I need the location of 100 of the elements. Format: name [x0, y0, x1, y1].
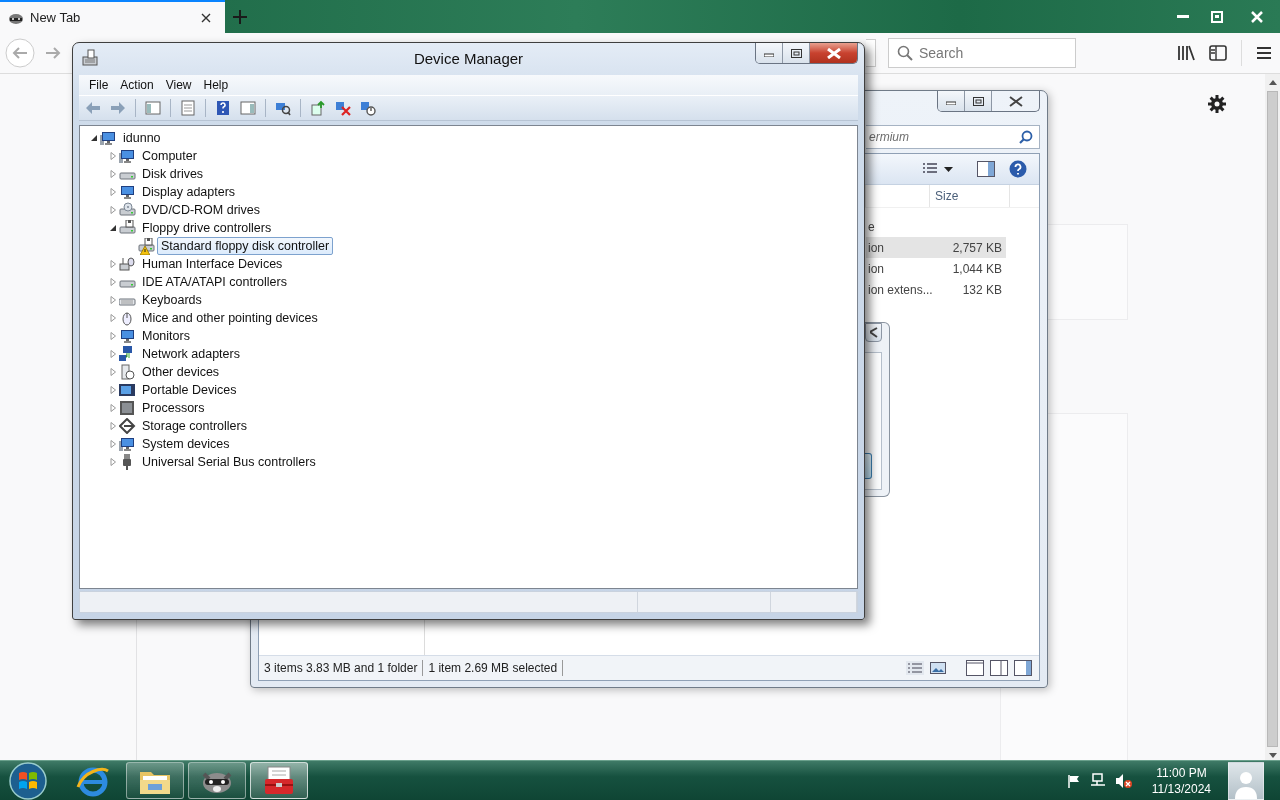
document-icon — [180, 100, 196, 116]
tree-item[interactable]: DVD/CD-ROM drives — [138, 201, 265, 219]
search-field[interactable]: ermium — [866, 125, 1040, 149]
file-row[interactable]: ion 2,757 KB — [866, 237, 1006, 258]
maximize-button[interactable] — [965, 91, 992, 111]
window-title: Device Manager — [413, 50, 524, 67]
disable-button[interactable] — [358, 99, 378, 117]
floppy-drive-icon — [119, 220, 136, 236]
pane-icon — [1014, 660, 1032, 676]
network-icon[interactable] — [1089, 772, 1106, 789]
view-options-button[interactable] — [922, 162, 953, 176]
scroll-down-icon[interactable] — [1268, 753, 1277, 758]
file-row[interactable]: ion 1,044 KB — [866, 258, 1006, 279]
uninstall-icon — [335, 100, 351, 116]
close-icon — [869, 327, 878, 338]
maximize-button[interactable] — [783, 43, 810, 63]
library-icon[interactable] — [1177, 45, 1195, 61]
tiles-view-button[interactable] — [929, 661, 947, 675]
input-device-icon — [119, 256, 136, 272]
clock-time[interactable]: 11:00 PM — [1156, 764, 1207, 781]
column-header[interactable]: Size — [930, 185, 1010, 207]
close-icon — [1251, 10, 1263, 23]
maximize-icon — [972, 96, 984, 106]
tree-item[interactable]: Disk drives — [138, 165, 208, 183]
pane-icon — [966, 660, 984, 676]
tree-item[interactable]: Network adapters — [138, 345, 244, 363]
clock-date[interactable]: 11/13/2024 — [1151, 780, 1211, 797]
scroll-up-icon[interactable] — [1268, 80, 1277, 85]
search-field[interactable]: Search — [888, 38, 1076, 68]
dialog-button[interactable] — [865, 453, 872, 479]
tiles-view-icon — [930, 662, 946, 674]
address-field[interactable] — [866, 39, 876, 67]
help-icon — [1009, 160, 1027, 178]
tree-item[interactable]: Computer — [138, 147, 201, 165]
speaker-icon[interactable] — [1114, 772, 1133, 789]
size-cell-text: 2,757 KB — [951, 240, 1003, 255]
storage-icon — [119, 418, 136, 434]
menu-item[interactable]: View — [159, 78, 198, 92]
taskbar-button[interactable] — [126, 762, 184, 799]
close-button[interactable] — [865, 323, 882, 342]
menu-item[interactable]: Help — [197, 78, 235, 92]
tree-item[interactable]: Display adapters — [138, 183, 240, 201]
tree-item[interactable]: Human Interface Devices — [138, 255, 287, 273]
sidebar-icon[interactable] — [1209, 45, 1227, 61]
type-cell-text: ion — [867, 261, 885, 276]
close-button[interactable] — [810, 43, 857, 63]
tree-item[interactable]: Other devices — [138, 363, 224, 381]
help-button[interactable] — [1009, 160, 1027, 178]
type-cell-text: e — [867, 219, 876, 234]
size-cell-text: 132 KB — [961, 282, 1003, 297]
tree-item[interactable]: idunno — [119, 129, 165, 147]
taskbar-button[interactable] — [250, 762, 308, 799]
tree-item[interactable]: Keyboards — [138, 291, 206, 309]
search-icon — [897, 45, 913, 61]
details-view-icon — [906, 661, 924, 675]
tree-item[interactable]: System devices — [138, 435, 234, 453]
tree-item[interactable]: Universal Serial Bus controllers — [138, 453, 320, 471]
menu-icon[interactable] — [1256, 46, 1272, 60]
taskbar-button[interactable] — [188, 762, 246, 799]
optical-drive-icon — [119, 202, 136, 218]
tree-item[interactable]: Processors — [138, 399, 209, 417]
warning-icon — [140, 246, 150, 255]
collapse-arrow-icon[interactable] — [108, 224, 117, 232]
pane-icon — [977, 161, 995, 177]
tree-item[interactable]: Monitors — [138, 327, 194, 345]
layout-button[interactable] — [989, 659, 1009, 677]
browser-tab[interactable]: New Tab — [0, 0, 225, 33]
update-icon — [310, 100, 326, 116]
uninstall-button[interactable] — [333, 99, 353, 117]
monitor-icon — [119, 184, 136, 200]
menu-item[interactable]: Action — [114, 78, 160, 92]
file-row[interactable]: e — [866, 216, 1006, 237]
type-cell-text: ion extens... — [867, 282, 934, 297]
computer-icon — [100, 130, 117, 146]
disable-icon — [360, 100, 376, 116]
menu-item[interactable]: File — [83, 78, 115, 92]
computer-icon — [119, 436, 136, 452]
scrollbar[interactable] — [1265, 74, 1280, 760]
list-view-icon — [922, 162, 938, 176]
search-icon — [1019, 130, 1033, 144]
tree-item[interactable]: Standard floppy disk controller — [157, 237, 334, 255]
plus-icon — [233, 9, 247, 24]
preview-pane-button[interactable] — [977, 161, 995, 177]
tree-item[interactable]: Storage controllers — [138, 417, 251, 435]
tree-item[interactable]: Portable Devices — [138, 381, 241, 399]
help-icon — [215, 100, 231, 116]
layout-button[interactable] — [1013, 659, 1033, 677]
tree-item[interactable]: Floppy drive controllers — [138, 219, 276, 237]
close-icon — [1008, 95, 1023, 107]
collapse-arrow-icon[interactable] — [89, 134, 98, 142]
tree-item[interactable]: Mice and other pointing devices — [138, 309, 322, 327]
settings-icon[interactable] — [1207, 94, 1227, 116]
layout-button[interactable] — [965, 659, 985, 677]
file-row[interactable]: ion extens... 132 KB — [866, 279, 1006, 300]
unknown-device-icon — [119, 364, 136, 380]
tree-item[interactable]: IDE ATA/ATAPI controllers — [138, 273, 291, 291]
user-button[interactable] — [1228, 761, 1264, 800]
flag-icon[interactable] — [1066, 773, 1081, 788]
pane-icon — [990, 660, 1008, 676]
size-cell-text: 1,044 KB — [951, 261, 1003, 276]
